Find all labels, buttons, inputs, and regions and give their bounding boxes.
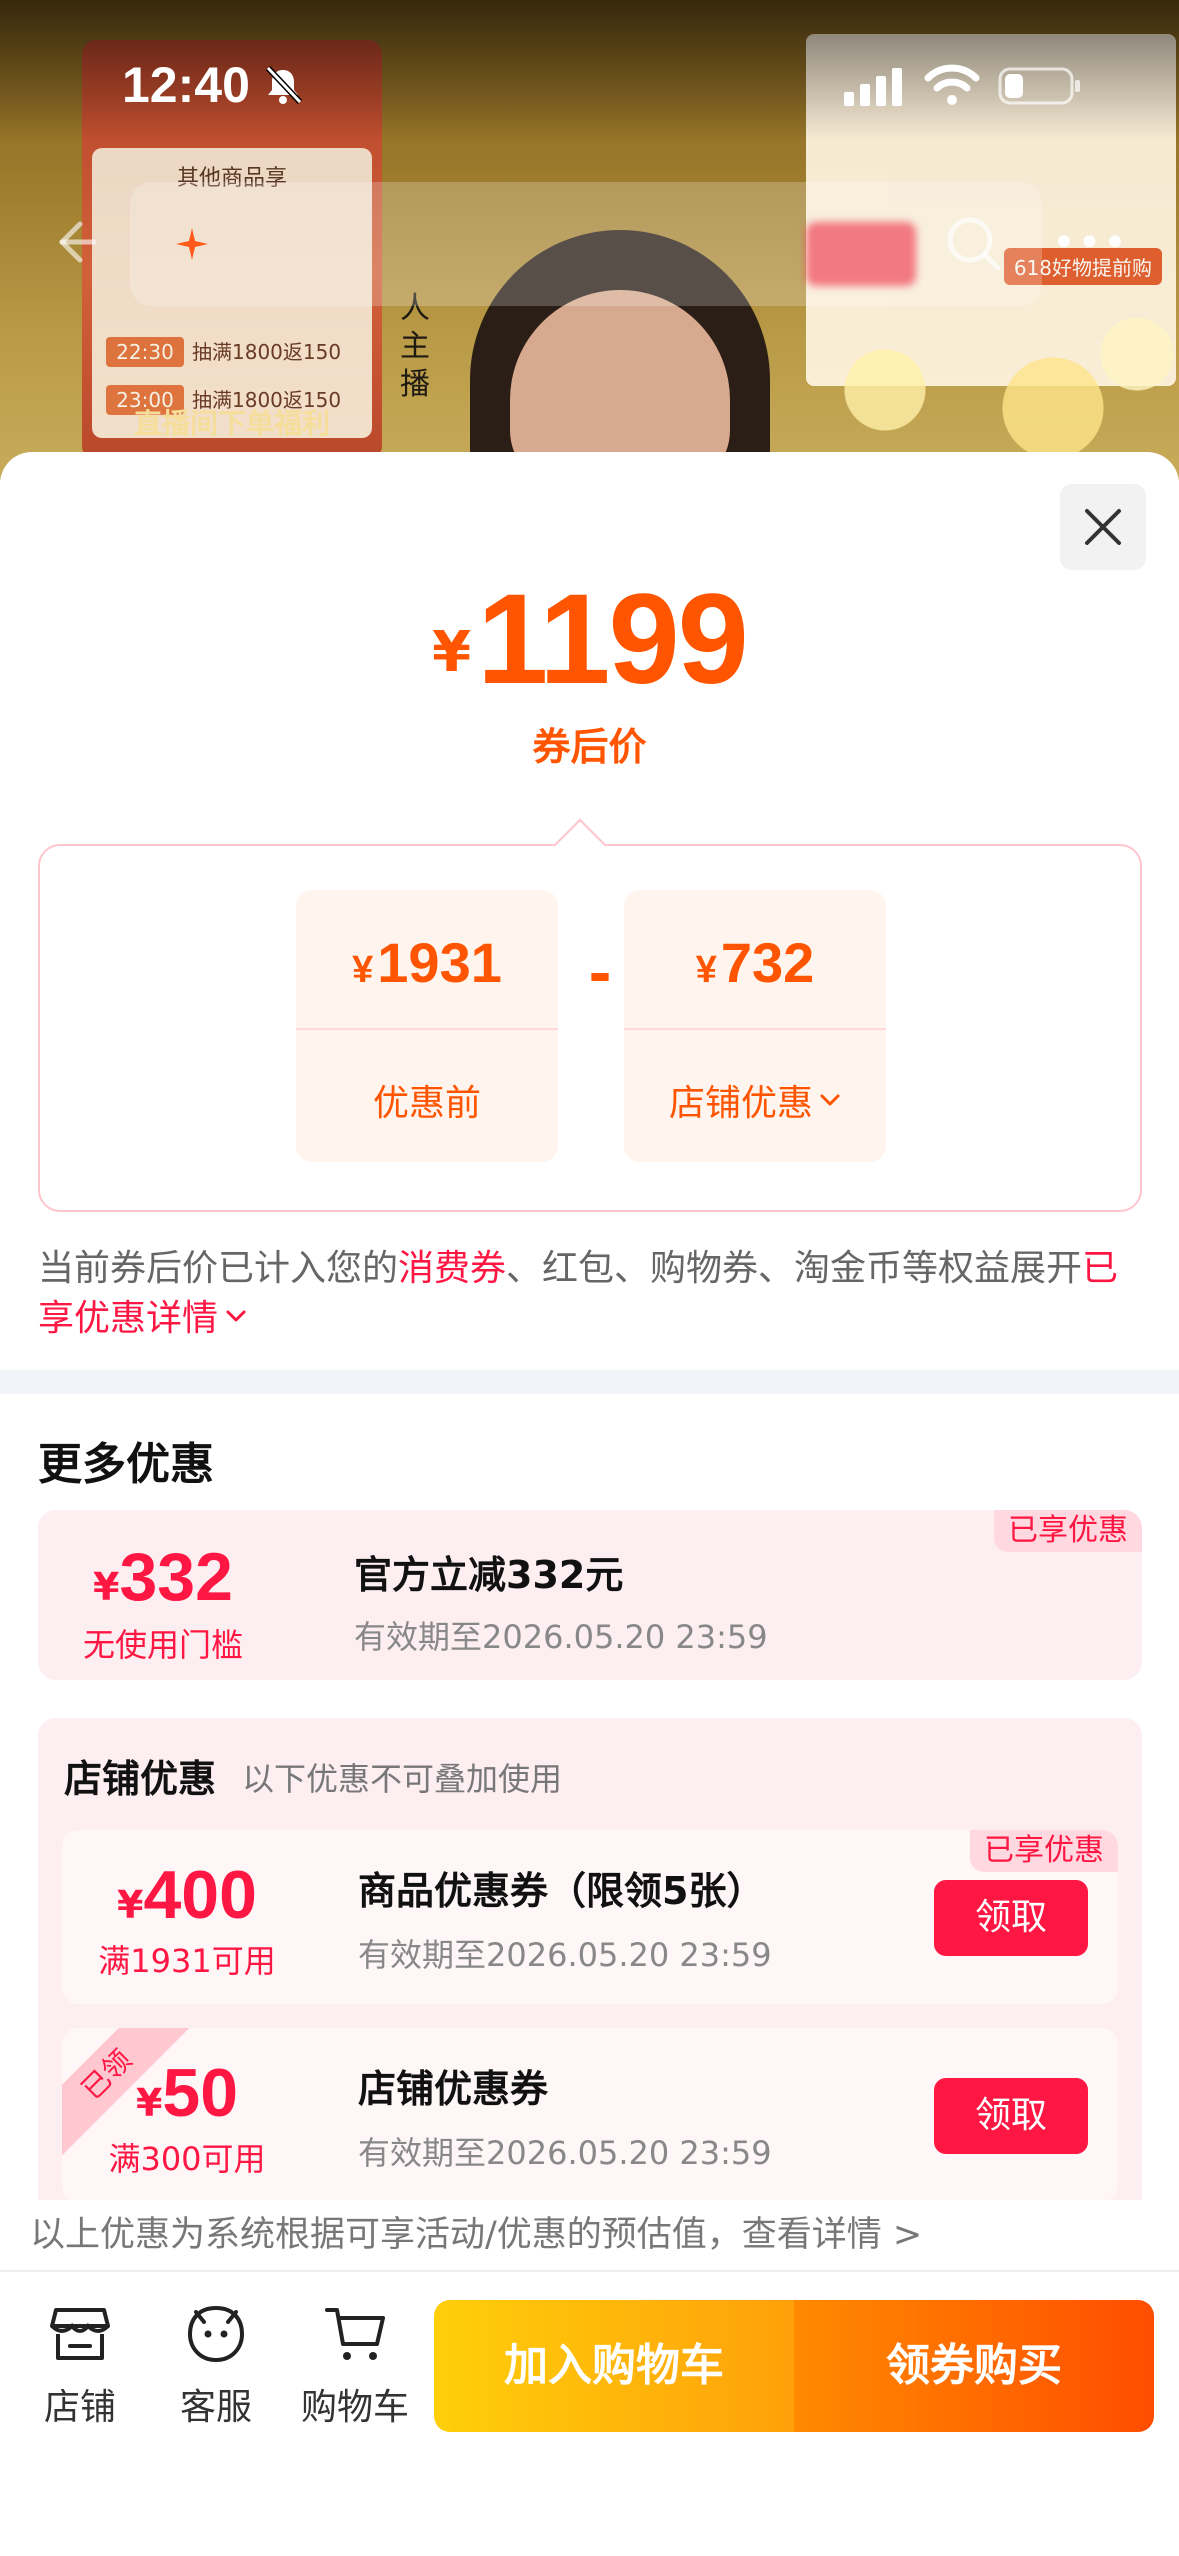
back-arrow-icon[interactable] [46,214,102,270]
chevron-down-icon[interactable] [224,1304,248,1328]
shop-discount-cell[interactable]: ¥732 店铺优惠 [624,890,886,1162]
shop-discount-section: 店铺优惠 以下优惠不可叠加使用 ¥400 满1931可用 商品优惠券（限领5张）… [38,1718,1142,2238]
coupon-title: 店铺优惠券 [358,2067,549,2111]
section-divider [0,1370,1179,1394]
price-note: 当前券后价已计入您的消费券、红包、购物券、淘金币等权益展开已享优惠详情 [38,1248,1119,1339]
search-icon[interactable] [942,212,1006,276]
coupon-item: 已领 ¥50 满300可用 店铺优惠券 有效期至2026.05.20 23:59… [62,2028,1118,2202]
coupon-title: 官方立减332元 [354,1553,624,1597]
enjoyed-tag: 已享优惠 [994,1510,1142,1552]
shop-discount-label: 店铺优惠 [668,1083,813,1124]
original-price-cell: ¥1931 优惠前 [296,890,558,1162]
cart-tab-button[interactable]: 购物车 [290,2304,420,2444]
coupon-amount: ¥332 [93,1539,233,1615]
bell-muted-icon [265,65,303,105]
original-price-label: 优惠前 [372,1083,481,1124]
enjoyed-tag: 已享优惠 [970,1830,1118,1872]
store-icon [50,2308,110,2360]
more-icon[interactable]: ••• [1052,220,1129,266]
shop-discount-heading: 店铺优惠 [64,1757,217,1801]
service-tab-label: 客服 [179,2387,252,2428]
shop-tab-button[interactable]: 店铺 [20,2304,140,2444]
poster-row: 22:30 抽满1800返150 [106,336,360,367]
coupon-amount: ¥50 [135,2055,239,2131]
battery-icon [998,67,1080,105]
price-value: 1199 [477,568,749,711]
add-to-cart-button[interactable]: 加入购物车 [434,2300,794,2432]
coupon-validity: 有效期至2026.05.20 23:59 [358,2134,772,2172]
bottom-action-bar: 店铺 客服 购物车 加入购物车 领券购买 [0,2270,1179,2556]
minus-sign: - [588,942,612,1007]
coupon-validity: 有效期至2026.05.20 23:59 [358,1936,772,1974]
consumer-coupon-link[interactable]: 消费券 [398,1248,506,1289]
coupon-title: 商品优惠券（限领5张） [358,1869,765,1913]
status-bar: 12:40 [0,0,1179,140]
price-label: 券后价 [532,725,647,769]
customer-service-icon [187,2305,245,2363]
chevron-down-icon [820,1094,840,1106]
shop-discount-value: 732 [720,931,815,994]
shop-tab-label: 店铺 [43,2387,116,2428]
coupon-condition: 满1931可用 [98,1942,276,1980]
service-tab-button[interactable]: 客服 [156,2304,276,2444]
status-time: 12:40 [122,57,250,113]
coupon-price-sheet: ¥1199 券后价 ¥1931 优惠前 - ¥732 店铺优惠 当前券后价已计入… [0,452,1179,2270]
original-price-value: 1931 [377,931,502,994]
close-icon [1085,509,1121,545]
estimate-note-link[interactable]: 以上优惠为系统根据可享活动/优惠的预估值，查看详情 > [30,2200,1150,2270]
buy-with-coupon-button[interactable]: 领券购买 [794,2300,1154,2432]
spark-icon [176,228,208,260]
currency-symbol: ¥ [432,620,472,685]
claim-button[interactable]: 领取 [934,2078,1088,2154]
cart-tab-label: 购物车 [300,2387,409,2428]
cellular-signal-icon [844,68,902,106]
more-offers-title: 更多优惠 [38,1439,214,1490]
official-discount-card: ¥332 无使用门槛 官方立减332元 有效期至2026.05.20 23:59… [38,1510,1142,1680]
poster-footer: 直播间下单福利 [133,407,330,440]
coupon-amount: ¥400 [117,1857,257,1933]
coupon-validity: 有效期至2026.05.20 23:59 [354,1618,768,1656]
live-search-bar[interactable] [130,182,1042,306]
close-button[interactable] [1060,484,1146,570]
price-breakdown: ¥1931 优惠前 - ¥732 店铺优惠 [38,844,1142,1212]
shop-discount-subheading: 以下优惠不可叠加使用 [242,1760,563,1798]
coupon-condition: 满300可用 [108,2140,266,2178]
wifi-icon [924,64,980,105]
claim-button[interactable]: 领取 [934,1880,1088,1956]
shopping-cart-icon [325,2308,385,2360]
coupon-item: ¥400 满1931可用 商品优惠券（限领5张） 有效期至2026.05.20 … [62,1830,1118,2004]
coupon-condition: 无使用门槛 [82,1626,243,1664]
poster-side-text: 人主播 [400,291,430,402]
final-price: ¥1199 [0,566,1179,713]
